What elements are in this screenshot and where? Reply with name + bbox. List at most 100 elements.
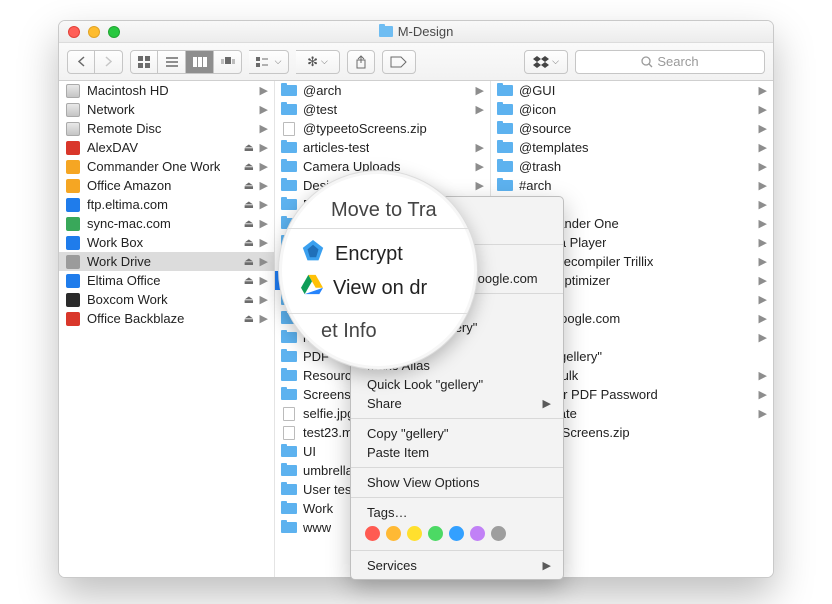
list-item[interactable]: @arch▶ [275,81,490,100]
tag-dot[interactable] [428,526,443,541]
list-item[interactable]: #arch▶ [491,176,773,195]
eject-icon[interactable]: ⏏ [244,274,254,287]
menu-tags[interactable]: Tags… [351,503,563,522]
list-item[interactable]: @icon▶ [491,100,773,119]
list-item[interactable]: Network▶ [59,100,274,119]
chevron-right-icon: ▶ [260,179,268,192]
nav-buttons [67,50,123,74]
item-label: Screens [303,387,351,402]
item-label: AlexDAV [87,140,138,155]
list-item[interactable]: Commander One Work⏏▶ [59,157,274,176]
folder-icon [281,103,297,117]
zoom-encrypt-row[interactable]: Encrypt [301,237,467,271]
item-label: @trash [519,159,561,174]
eject-icon[interactable]: ⏏ [244,198,254,211]
close-button[interactable] [68,26,80,38]
titlebar: M-Design [59,21,773,43]
zoom-line-bottom: et Info [321,320,467,343]
list-item[interactable]: @templates▶ [491,138,773,157]
tag-dot[interactable] [365,526,380,541]
list-item[interactable]: sync-mac.com ⏏ ▶ [59,214,274,233]
eject-icon[interactable]: ⏏ [244,312,254,325]
chevron-right-icon: ▶ [260,217,268,230]
forward-button[interactable] [95,50,123,74]
chevron-right-icon: ▶ [759,331,767,344]
eject-icon[interactable]: ⏏ [244,179,254,192]
list-item[interactable]: @test▶ [275,100,490,119]
chevron-right-icon: ▶ [759,122,767,135]
item-label: @arch [303,83,342,98]
chevron-right-icon: ▶ [759,236,767,249]
tag-dot[interactable] [407,526,422,541]
tag-colors [351,522,563,545]
menu-item[interactable]: Quick Look "gellery" [351,375,563,394]
item-label: www [303,520,331,535]
column-1: Macintosh HD▶Network▶Remote Disc▶AlexDAV… [59,81,275,577]
folder-icon [497,103,513,117]
menu-item[interactable]: Copy "gellery" [351,424,563,443]
tags-button[interactable] [382,50,416,74]
back-button[interactable] [67,50,95,74]
share-button[interactable] [347,50,375,74]
list-view-button[interactable] [158,50,186,74]
arrange-button[interactable]: ⌵ [249,50,289,74]
search-input[interactable]: Search [575,50,765,74]
item-label: @source [519,121,571,136]
eject-icon[interactable]: ⏏ [244,141,254,154]
folder-icon [379,26,393,37]
chevron-right-icon: ▶ [260,141,268,154]
column-view-button[interactable] [186,50,214,74]
chevron-right-icon: ▶ [759,217,767,230]
list-item[interactable]: Work Box⏏▶ [59,233,274,252]
list-item[interactable]: @typeetoScreens.zip [275,119,490,138]
action-button-group: ✻⌵ [296,50,340,74]
list-item[interactable]: ftp.eltima.com⏏▶ [59,195,274,214]
icon-view-button[interactable] [130,50,158,74]
chevron-right-icon: ▶ [759,388,767,401]
chevron-right-icon: ▶ [260,103,268,116]
menu-item[interactable]: Show View Options [351,473,563,492]
chevron-right-icon: ▶ [260,84,268,97]
minimize-button[interactable] [88,26,100,38]
dropbox-button[interactable]: ⌵ [524,50,568,74]
list-item[interactable]: @source ▶ [491,119,773,138]
list-item[interactable]: Boxcom Work⏏▶ [59,290,274,309]
folder-icon [497,160,513,174]
eject-icon[interactable]: ⏏ [244,217,254,230]
list-item[interactable]: articles-test▶ [275,138,490,157]
list-item[interactable]: Office Backblaze⏏▶ [59,309,274,328]
menu-item[interactable]: Paste Item [351,443,563,462]
window-title: M-Design [379,24,454,39]
tag-dot[interactable] [470,526,485,541]
tag-dot[interactable] [386,526,401,541]
list-item[interactable]: @trash▶ [491,157,773,176]
menu-services[interactable]: Services▶ [351,556,563,575]
list-item[interactable]: Macintosh HD▶ [59,81,274,100]
folder-icon [281,445,297,459]
item-label: sync-mac.com [87,216,171,231]
tag-dot[interactable] [491,526,506,541]
menu-item[interactable]: Share▶ [351,394,563,413]
toolbar: ⌵ ✻⌵ ⌵ Search [59,43,773,81]
eject-icon[interactable]: ⏏ [244,255,254,268]
chevron-right-icon: ▶ [759,312,767,325]
tag-dot[interactable] [449,526,464,541]
zoom-view-drive-row[interactable]: View on dr [301,271,467,305]
folder-icon [281,483,297,497]
chevron-right-icon: ▶ [260,198,268,211]
list-item[interactable]: Eltima Office⏏▶ [59,271,274,290]
action-button[interactable]: ✻⌵ [296,50,340,74]
eject-icon[interactable]: ⏏ [244,236,254,249]
list-item[interactable]: Office Amazon⏏▶ [59,176,274,195]
eject-icon[interactable]: ⏏ [244,293,254,306]
folder-icon [497,141,513,155]
gallery-view-button[interactable] [214,50,242,74]
zoom-button[interactable] [108,26,120,38]
list-item[interactable]: @GUI▶ [491,81,773,100]
list-item[interactable]: Work Drive⏏▶ [59,252,274,271]
eject-icon[interactable]: ⏏ [244,160,254,173]
chevron-right-icon: ▶ [759,103,767,116]
list-item[interactable]: Remote Disc▶ [59,119,274,138]
chevron-right-icon: ▶ [260,293,268,306]
list-item[interactable]: AlexDAV ⏏ ▶ [59,138,274,157]
